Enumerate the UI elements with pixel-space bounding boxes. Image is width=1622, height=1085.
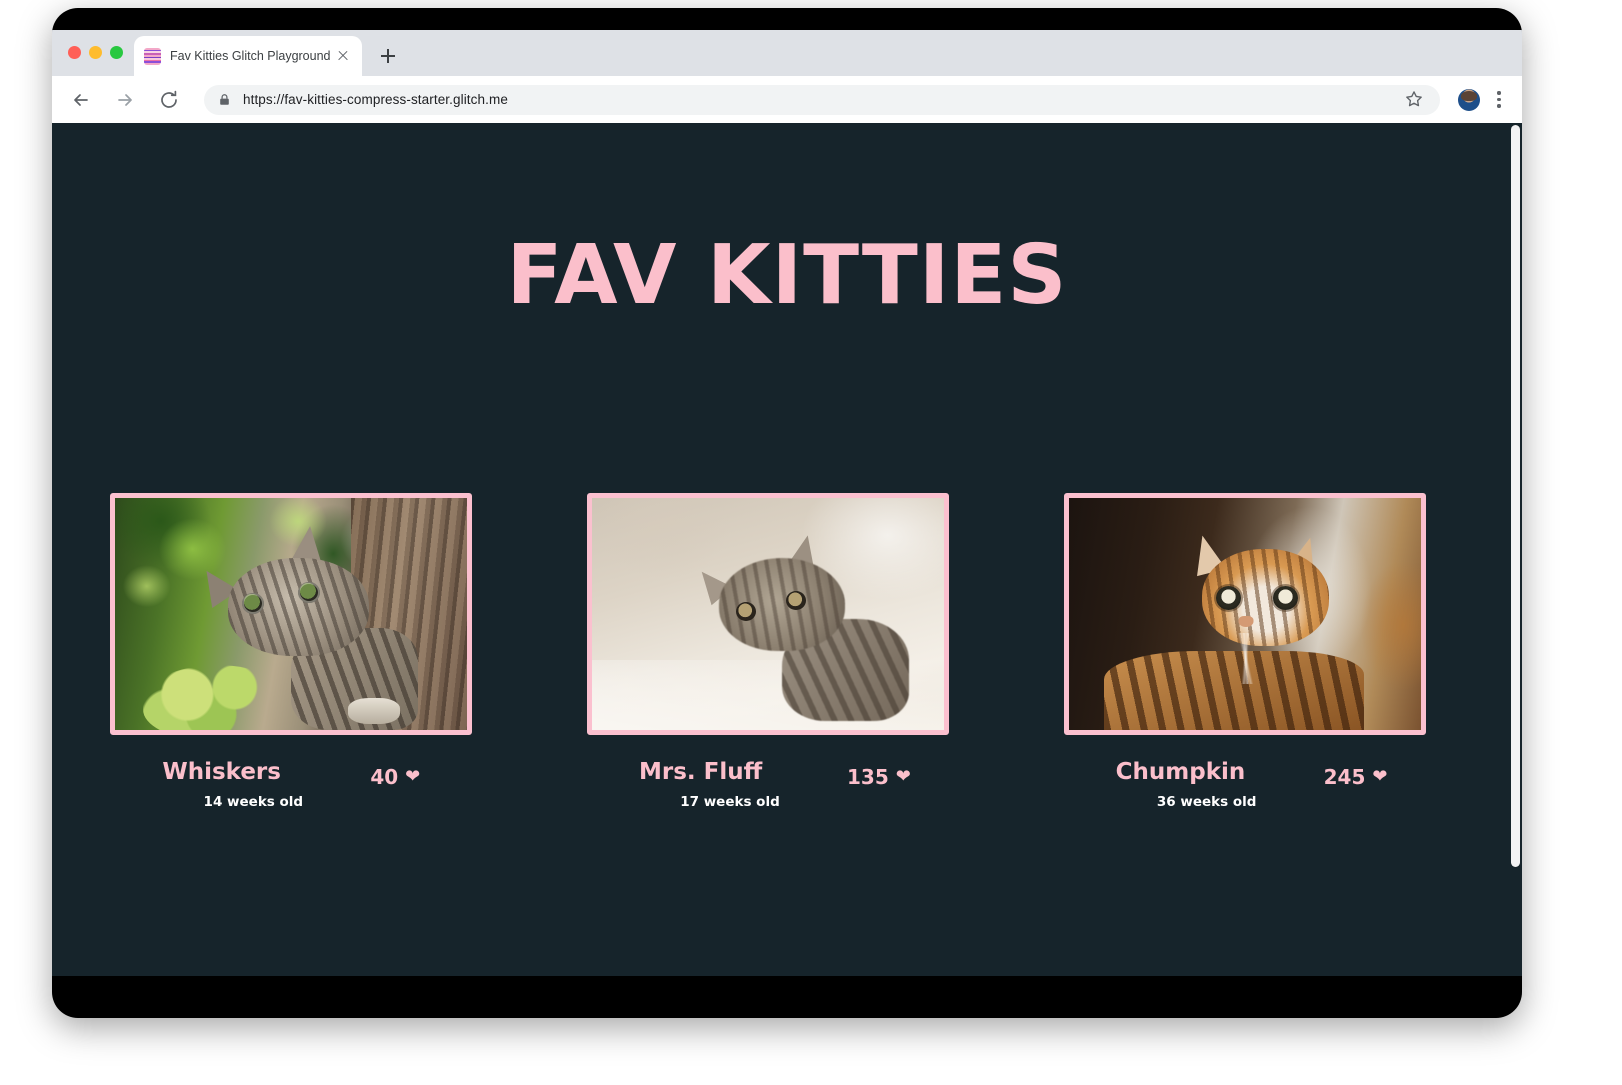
three-dot-menu-icon[interactable]: [1490, 87, 1508, 113]
scrollbar-thumb[interactable]: [1511, 125, 1520, 867]
page-scrollbar[interactable]: [1509, 123, 1522, 976]
browser-window-shell: Fav Kitties Glitch Playground https://fa…: [52, 8, 1522, 1018]
lock-icon: [218, 93, 231, 106]
kitten-photo-whiskers[interactable]: [110, 493, 473, 735]
close-icon[interactable]: [334, 47, 352, 65]
heart-icon[interactable]: ❤: [405, 768, 420, 786]
profile-avatar-icon[interactable]: [1458, 88, 1480, 111]
tab-title: Fav Kitties Glitch Playground: [170, 49, 331, 63]
browser-toolbar: https://fav-kitties-compress-starter.gli…: [52, 76, 1522, 123]
kitty-identity: Whiskers 14 weeks old: [162, 759, 352, 810]
kitten-photo-mrs-fluff[interactable]: [586, 493, 949, 735]
glitch-logo-icon: [144, 47, 161, 65]
kitty-card[interactable]: Whiskers 14 weeks old 40 ❤: [110, 493, 510, 810]
kitty-age: 14 weeks old: [203, 794, 304, 810]
like-counter[interactable]: 245 ❤: [1324, 765, 1388, 789]
url-text: https://fav-kitties-compress-starter.gli…: [243, 92, 508, 107]
kitty-age: 36 weeks old: [1156, 794, 1257, 810]
back-arrow-icon[interactable]: [66, 85, 96, 115]
forward-arrow-icon[interactable]: [110, 85, 140, 115]
kitty-name: Whiskers: [162, 759, 281, 785]
bookmark-star-icon[interactable]: [1404, 89, 1426, 111]
kitten-photo-chumpkin[interactable]: [1063, 493, 1426, 735]
kitty-meta: Whiskers 14 weeks old 40 ❤: [110, 759, 510, 810]
like-count: 245: [1323, 765, 1366, 789]
page-viewport: FAV KITTIES Whiskers 14 weeks old 40 ❤ M…: [52, 123, 1522, 976]
kitty-card[interactable]: Chumpkin 36 weeks old 245 ❤: [1063, 493, 1464, 810]
kitty-card-grid: Whiskers 14 weeks old 40 ❤ Mrs. Fluff 17…: [52, 493, 1522, 810]
heart-icon[interactable]: ❤: [896, 768, 911, 786]
page-title: FAV KITTIES: [506, 228, 1068, 323]
kitty-name: Mrs. Fluff: [638, 759, 763, 785]
kitty-identity: Chumpkin 36 weeks old: [1116, 759, 1306, 810]
kitty-meta: Mrs. Fluff 17 weeks old 135 ❤: [587, 759, 987, 810]
kitty-name: Chumpkin: [1115, 759, 1246, 785]
like-count: 40: [370, 765, 399, 789]
tab-strip: Fav Kitties Glitch Playground: [52, 30, 1522, 76]
window-traffic-lights: [68, 46, 123, 59]
minimize-window-button[interactable]: [89, 46, 102, 59]
like-counter[interactable]: 40 ❤: [370, 765, 420, 789]
reload-icon[interactable]: [154, 85, 184, 115]
close-window-button[interactable]: [68, 46, 81, 59]
kitty-identity: Mrs. Fluff 17 weeks old: [639, 759, 829, 810]
browser-tab[interactable]: Fav Kitties Glitch Playground: [134, 36, 362, 76]
like-count: 135: [846, 765, 889, 789]
like-counter[interactable]: 135 ❤: [847, 765, 911, 789]
new-tab-button[interactable]: [376, 44, 400, 68]
chrome-browser: Fav Kitties Glitch Playground https://fa…: [52, 30, 1522, 976]
heart-icon[interactable]: ❤: [1372, 768, 1387, 786]
maximize-window-button[interactable]: [110, 46, 123, 59]
kitty-age: 17 weeks old: [680, 794, 780, 810]
kitty-meta: Chumpkin 36 weeks old 245 ❤: [1064, 759, 1464, 810]
address-bar[interactable]: https://fav-kitties-compress-starter.gli…: [204, 84, 1440, 115]
kitty-card[interactable]: Mrs. Fluff 17 weeks old 135 ❤: [586, 493, 987, 810]
